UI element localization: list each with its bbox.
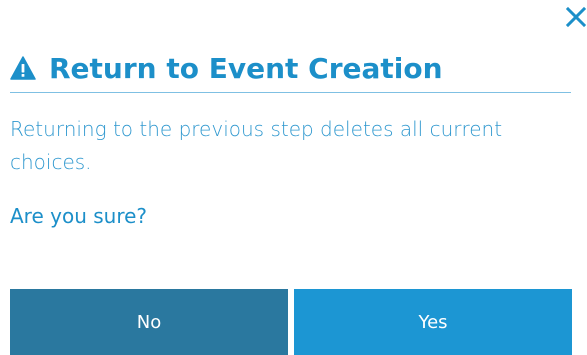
yes-button[interactable]: Yes bbox=[294, 289, 572, 355]
confirm-question: Are you sure? bbox=[10, 204, 148, 228]
close-button[interactable] bbox=[565, 6, 587, 28]
dialog-header: Return to Event Creation bbox=[10, 47, 571, 89]
confirm-dialog: Return to Event Creation Returning to th… bbox=[0, 0, 587, 355]
dialog-message: Returning to the previous step deletes a… bbox=[10, 117, 503, 174]
close-icon bbox=[565, 6, 587, 28]
header-divider bbox=[10, 92, 571, 93]
no-button[interactable]: No bbox=[10, 289, 288, 355]
warning-triangle-icon bbox=[10, 55, 36, 81]
dialog-title: Return to Event Creation bbox=[49, 51, 443, 85]
